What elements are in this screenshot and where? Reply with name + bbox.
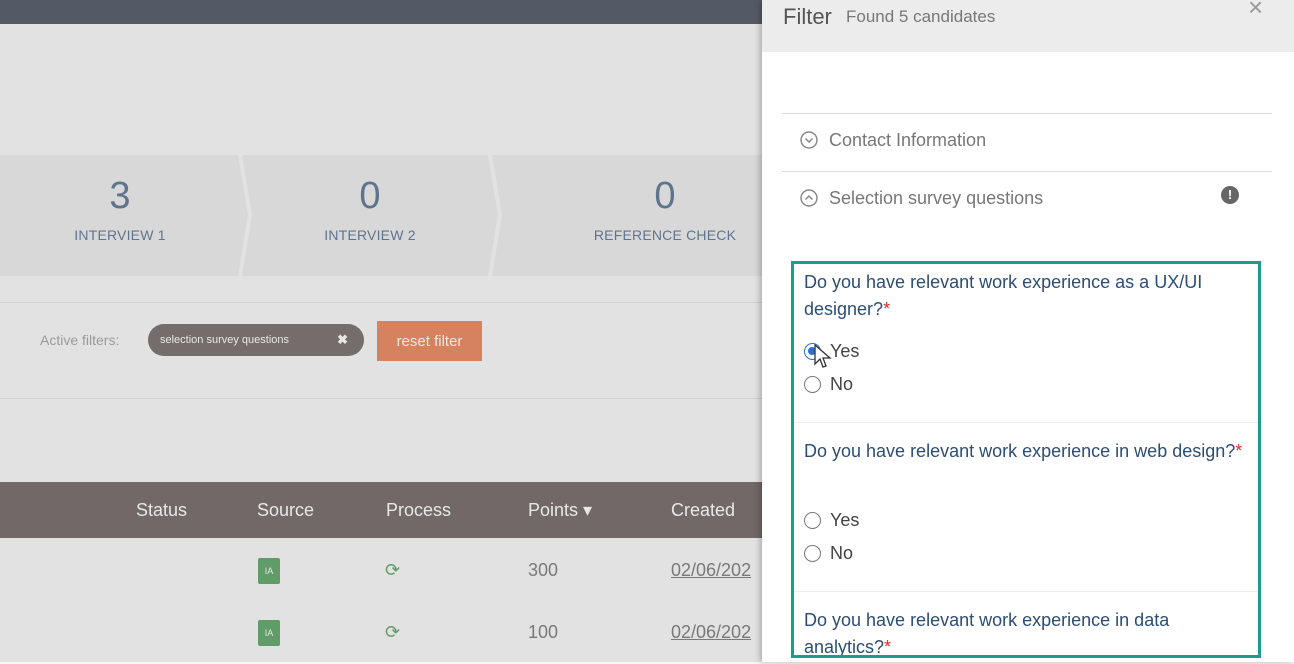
- divider: [782, 171, 1272, 172]
- option-label: No: [830, 543, 854, 563]
- question-text: Do you have relevant work experience as …: [804, 272, 1203, 319]
- question-web-design-experience: Do you have relevant work experience in …: [804, 438, 1244, 465]
- question-ux-ui-experience: Do you have relevant work experience as …: [804, 269, 1244, 323]
- panel-title: Filter: [783, 4, 832, 29]
- chevron-up-icon: [800, 189, 818, 207]
- radio-button[interactable]: [804, 545, 821, 562]
- question-data-analytics-experience: Do you have relevant work experience in …: [804, 607, 1244, 657]
- required-marker: *: [1235, 441, 1243, 461]
- option-label: Yes: [830, 341, 860, 361]
- chevron-down-icon: [800, 131, 818, 149]
- radio-button[interactable]: [804, 376, 821, 393]
- divider: [794, 422, 1258, 423]
- option-label: Yes: [830, 510, 860, 530]
- required-marker: *: [884, 637, 892, 657]
- divider: [794, 591, 1258, 592]
- candidate-count: Found 5 candidates: [846, 7, 996, 26]
- survey-questions-list: Do you have relevant work experience as …: [791, 261, 1261, 658]
- divider: [782, 113, 1272, 114]
- required-marker: *: [883, 299, 891, 319]
- mouse-cursor-icon: [814, 344, 832, 368]
- filter-panel-header: Filter Found 5 candidates ×: [762, 0, 1294, 52]
- question-text: Do you have relevant work experience in …: [804, 610, 1170, 657]
- question-text: Do you have relevant work experience in …: [804, 441, 1236, 461]
- close-icon[interactable]: ×: [1248, 0, 1263, 23]
- radio-button[interactable]: [804, 512, 821, 529]
- section-title: Contact Information: [829, 130, 987, 150]
- section-title: Selection survey questions: [829, 188, 1044, 208]
- filter-panel: Filter Found 5 candidates × Contact Info…: [762, 0, 1294, 662]
- info-icon[interactable]: !: [1221, 186, 1239, 204]
- option-label: No: [830, 374, 854, 394]
